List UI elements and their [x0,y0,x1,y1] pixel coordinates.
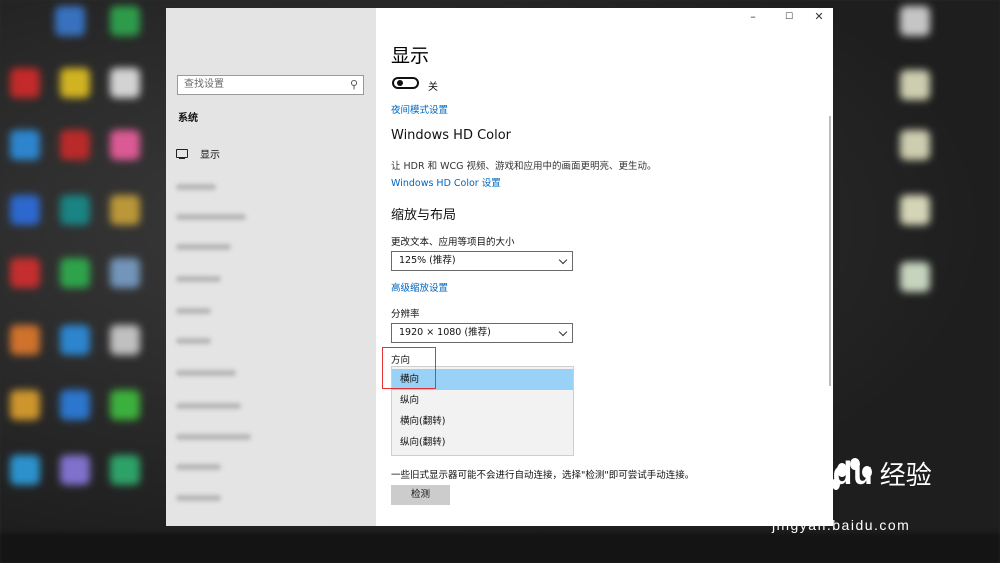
settings-sidebar: 查找设置 ⚲ 系统 显示 [166,8,376,526]
sidebar-item-blurred[interactable] [176,244,231,250]
sidebar-item-blurred[interactable] [176,464,221,470]
sidebar-item-blurred[interactable] [176,495,221,501]
search-placeholder: 查找设置 [184,79,224,90]
desktop-icon [60,325,90,355]
desktop-icon [110,258,140,288]
night-light-toggle[interactable] [392,77,419,89]
detect-description: 一些旧式显示器可能不会进行自动连接，选择"检测"即可尝试手动连接。 [391,470,695,481]
sidebar-item-blurred[interactable] [176,276,221,282]
desktop-icon [60,195,90,225]
advanced-scaling-link[interactable]: 高级缩放设置 [391,280,448,294]
search-icon: ⚲ [349,78,358,91]
desktop-icon [10,68,40,98]
watermark-url: jingyan.baidu.com [772,517,911,533]
search-input[interactable]: 查找设置 ⚲ [177,75,364,95]
desktop-icon [900,195,930,225]
baidu-paw-icon [832,458,872,490]
taskbar [0,533,1000,563]
desktop-icon [10,455,40,485]
desktop-icon [110,6,140,36]
desktop-icon [110,325,140,355]
page-title: 显示 [391,45,430,67]
sidebar-item-blurred[interactable] [176,434,251,440]
watermark-cn: 经验 [879,461,932,491]
desktop-icon [110,455,140,485]
monitor-icon [176,149,188,159]
scale-layout-heading: 缩放与布局 [391,208,457,223]
desktop-icon [10,130,40,160]
orientation-option-portrait[interactable]: 纵向 [392,390,573,411]
sidebar-item-blurred[interactable] [176,338,211,344]
toggle-state-label: 关 [428,82,438,93]
scale-label: 更改文本、应用等项目的大小 [391,237,515,248]
sidebar-item-label: 显示 [200,150,220,161]
desktop-icon [60,68,90,98]
desktop-icon [900,130,930,160]
orientation-option-landscape-flipped[interactable]: 横向(翻转) [392,411,573,432]
sidebar-item-blurred[interactable] [176,214,246,220]
close-button[interactable]: ✕ [809,10,829,23]
annotation-highlight-box [382,347,436,389]
minimize-button[interactable]: – [743,10,763,23]
desktop-icon [55,6,85,36]
orientation-option-portrait-flipped[interactable]: 纵向(翻转) [392,432,573,453]
hd-color-settings-link[interactable]: Windows HD Color 设置 [391,175,501,189]
resolution-label: 分辨率 [391,309,420,320]
desktop-icon [110,390,140,420]
desktop-icon [10,195,40,225]
hd-color-description: 让 HDR 和 WCG 视频、游戏和应用中的画面更明亮、更生动。 [391,161,657,172]
desktop-icon [60,258,90,288]
resolution-value: 1920 × 1080 (推荐) [399,327,491,338]
chevron-down-icon [558,327,568,337]
sidebar-section-title: 系统 [178,113,198,124]
desktop-icon [10,390,40,420]
night-light-settings-link[interactable]: 夜间模式设置 [391,102,448,116]
chevron-down-icon [558,255,568,265]
desktop-icon [900,6,930,36]
scale-select[interactable]: 125% (推荐) [391,251,573,271]
sidebar-item-blurred[interactable] [176,403,241,409]
desktop-icon [110,68,140,98]
toggle-knob [397,80,403,86]
hd-color-heading: Windows HD Color [391,128,512,143]
desktop-icon [10,258,40,288]
sidebar-item-blurred[interactable] [176,308,211,314]
desktop-icon [110,195,140,225]
scale-value: 125% (推荐) [399,255,456,266]
sidebar-item-blurred[interactable] [176,184,216,190]
sidebar-item-display[interactable]: 显示 [176,146,220,161]
desktop-icon [900,262,930,292]
desktop-icon [110,130,140,160]
detect-button[interactable]: 检测 [391,485,450,505]
desktop-icon [10,325,40,355]
resolution-select[interactable]: 1920 × 1080 (推荐) [391,323,573,343]
desktop-icon [60,455,90,485]
desktop-icon [60,130,90,160]
display-settings-window: – ☐ ✕ 显示 关 夜间模式设置 Windows HD Color 让 HDR… [376,8,833,526]
desktop-icon [900,70,930,100]
scrollbar[interactable] [829,116,831,386]
desktop-icon [60,390,90,420]
sidebar-item-blurred[interactable] [176,370,236,376]
maximize-button[interactable]: ☐ [779,12,799,22]
